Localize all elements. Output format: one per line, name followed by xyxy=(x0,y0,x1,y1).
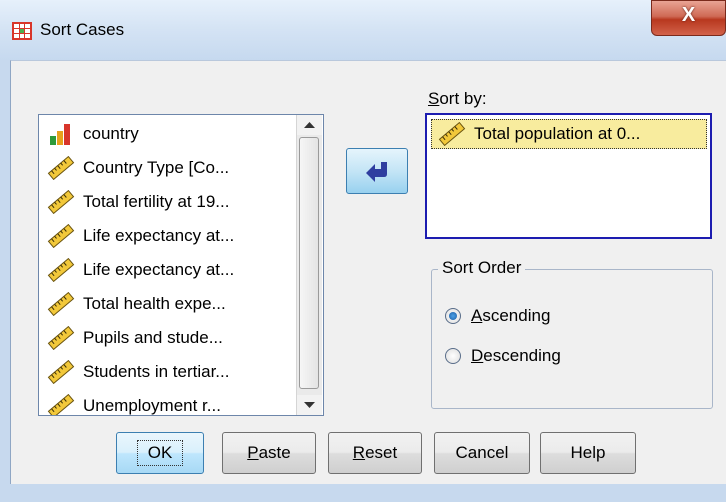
ascending-label-text: scending xyxy=(482,306,551,325)
list-item-label: Pupils and stude... xyxy=(83,328,223,347)
descending-accelerator: D xyxy=(471,346,484,365)
list-item[interactable]: Life expectancy at... xyxy=(47,221,234,251)
sort-by-item-label: Total population at 0... xyxy=(474,124,641,143)
triangle-down-icon xyxy=(304,402,315,408)
paste-label: Paste xyxy=(247,443,290,463)
ascending-accelerator: A xyxy=(471,306,483,325)
ok-button[interactable]: OK xyxy=(116,432,204,474)
list-item-label: Total health expe... xyxy=(83,294,226,313)
reset-button[interactable]: Reset xyxy=(328,432,422,474)
scale-ruler-icon xyxy=(47,360,75,384)
list-item[interactable]: Total health expe... xyxy=(47,289,226,319)
descending-radio[interactable]: Descending xyxy=(445,346,561,366)
list-item[interactable]: Unemployment r... xyxy=(47,391,221,415)
radio-unselected-icon[interactable] xyxy=(445,348,461,364)
cancel-label: Cancel xyxy=(455,443,509,462)
variable-list[interactable]: country Country Type [Co... Total fertil… xyxy=(38,114,324,416)
scale-ruler-icon xyxy=(47,292,75,316)
list-item-label: Life expectancy at... xyxy=(83,260,235,279)
reset-label-text: eset xyxy=(365,443,398,462)
paste-label-text: aste xyxy=(258,443,291,462)
list-item[interactable]: Life expectancy at... xyxy=(47,255,234,285)
ascending-radio[interactable]: Ascending xyxy=(445,306,550,326)
paste-button[interactable]: Paste xyxy=(222,432,316,474)
sort-order-legend: Sort Order xyxy=(438,258,526,278)
list-item-label: Country Type [Co... xyxy=(83,158,230,177)
sort-by-item[interactable]: Total population at 0... xyxy=(431,119,707,149)
scroll-down-button[interactable] xyxy=(297,395,322,415)
descending-label-text: escending xyxy=(483,346,561,365)
help-label: Help xyxy=(570,443,606,462)
reset-accelerator: R xyxy=(352,443,366,462)
list-item-label: country xyxy=(83,124,139,143)
data-grid-icon xyxy=(12,22,32,40)
scroll-thumb[interactable] xyxy=(299,137,319,389)
window-title: Sort Cases xyxy=(40,20,125,39)
window-frame-bottom xyxy=(0,484,726,502)
move-variable-button[interactable] xyxy=(346,148,408,194)
window-frame-left xyxy=(0,60,10,502)
scroll-up-button[interactable] xyxy=(297,115,322,135)
list-item[interactable]: Students in tertiar... xyxy=(47,357,229,387)
scale-ruler-icon xyxy=(47,224,75,248)
help-button[interactable]: Help xyxy=(540,432,636,474)
scale-ruler-icon xyxy=(47,156,75,180)
title-bar[interactable]: Sort Cases X xyxy=(0,0,726,60)
list-item[interactable]: Country Type [Co... xyxy=(47,153,229,183)
sort-by-accelerator: S xyxy=(428,89,440,108)
sort-cases-dialog: Sort Cases X country Country Type [Co...… xyxy=(0,0,726,502)
descending-label: Descending xyxy=(471,346,561,366)
scale-ruler-icon xyxy=(47,394,75,415)
ok-label: OK xyxy=(136,440,184,466)
list-item-label: Students in tertiar... xyxy=(83,362,230,381)
cancel-button[interactable]: Cancel xyxy=(434,432,530,474)
list-item-label: Total fertility at 19... xyxy=(83,192,230,211)
ascending-label: Ascending xyxy=(471,306,550,326)
scale-ruler-icon xyxy=(47,258,75,282)
scale-ruler-icon xyxy=(47,326,75,350)
radio-selected-icon[interactable] xyxy=(445,308,461,324)
list-item-label: Unemployment r... xyxy=(83,396,221,415)
sort-by-label-text: ort by: xyxy=(439,89,487,108)
reset-label: Reset xyxy=(353,443,397,463)
sort-by-label: Sort by: xyxy=(428,89,487,109)
scale-ruler-icon xyxy=(438,122,466,146)
close-button[interactable]: X xyxy=(651,0,726,36)
arrow-left-icon xyxy=(366,162,387,182)
scale-ruler-icon xyxy=(47,190,75,214)
list-item-label: Life expectancy at... xyxy=(83,226,235,245)
triangle-up-icon xyxy=(304,122,315,128)
list-item[interactable]: Total fertility at 19... xyxy=(47,187,229,217)
list-item[interactable]: Pupils and stude... xyxy=(47,323,223,353)
close-icon: X xyxy=(681,4,696,26)
nominal-bar-icon xyxy=(50,124,70,145)
variable-list-scrollbar[interactable] xyxy=(296,115,322,415)
sort-by-list[interactable]: Total population at 0... xyxy=(425,113,712,239)
sort-order-group xyxy=(431,269,713,409)
list-item[interactable]: country xyxy=(47,119,139,149)
paste-accelerator: P xyxy=(247,443,259,462)
